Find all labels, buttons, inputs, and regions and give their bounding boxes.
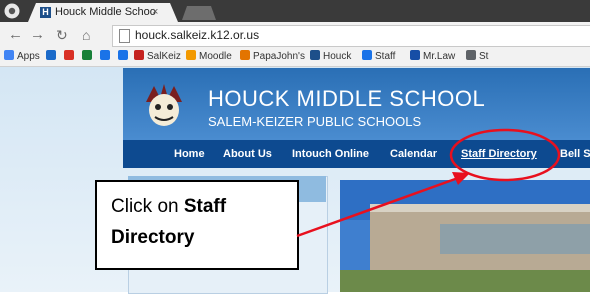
annotation-arrow-line [296,176,459,238]
annotation-overlay [296,128,561,238]
highlight-ellipse [449,128,561,182]
